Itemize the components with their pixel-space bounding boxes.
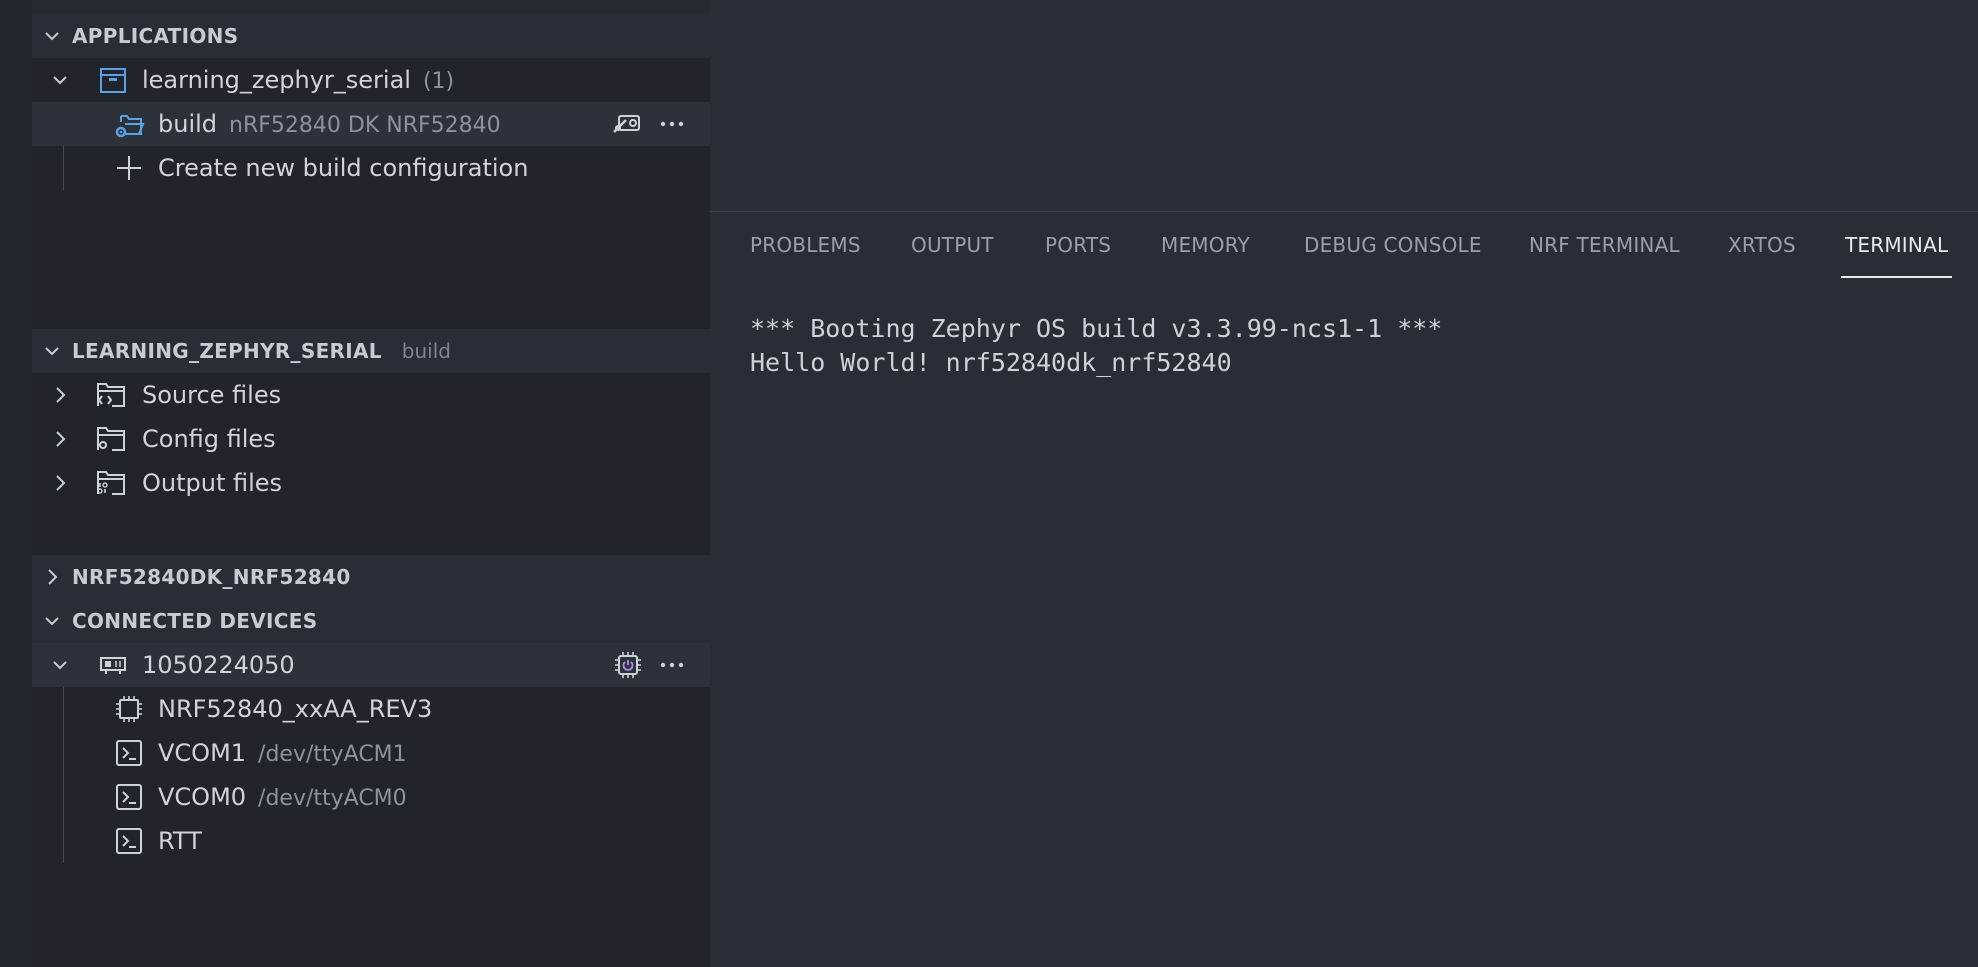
applications-section-body: learning_zephyr_serial (1) build nRF52840 …: [32, 58, 710, 329]
output-files-label: Output files: [142, 469, 283, 497]
terminal-icon: [112, 736, 146, 770]
build-row-actions: [612, 102, 686, 146]
create-build-configuration-label: Create new build configuration: [158, 154, 529, 182]
bottom-panel: PROBLEMS OUTPUT PORTS MEMORY DEBUG CONSO…: [710, 0, 1978, 967]
app-details-section-body: Source files Config files Output files: [32, 373, 710, 555]
app-details-subtitle: build: [401, 339, 451, 363]
tab-problems[interactable]: PROBLEMS: [750, 212, 861, 278]
connected-devices-title: CONNECTED DEVICES: [72, 609, 318, 633]
chevron-down-icon: [32, 341, 72, 361]
config-folder-icon: [94, 422, 128, 456]
source-files-row[interactable]: Source files: [32, 373, 710, 417]
build-folder-gear-icon: [112, 107, 146, 141]
chevron-down-icon: [32, 611, 72, 631]
plus-icon: [112, 151, 146, 185]
terminal-line: *** Booting Zephyr OS build v3.3.99-ncs1…: [750, 314, 1443, 343]
chevron-down-icon: [32, 26, 72, 46]
terminal-output[interactable]: *** Booting Zephyr OS build v3.3.99-ncs1…: [750, 312, 1442, 380]
device-row-actions: [614, 643, 686, 687]
application-name: learning_zephyr_serial: [142, 66, 411, 94]
tab-debug-console[interactable]: DEBUG CONSOLE: [1304, 212, 1482, 278]
activity-bar: [0, 0, 32, 967]
output-folder-icon: [94, 466, 128, 500]
more-actions-icon[interactable]: [658, 112, 686, 136]
source-folder-icon: [94, 378, 128, 412]
device-serial: 1050224050: [142, 651, 295, 679]
chip-power-icon[interactable]: [614, 651, 642, 679]
applications-title: APPLICATIONS: [72, 24, 239, 48]
chevron-right-icon[interactable]: [48, 383, 72, 407]
more-actions-icon[interactable]: [658, 653, 686, 677]
app-details-title: LEARNING_ZEPHYR_SERIAL: [72, 339, 382, 363]
chevron-right-icon[interactable]: [48, 427, 72, 451]
tab-xrtos[interactable]: XRTOS: [1728, 212, 1796, 278]
device-child-label: NRF52840_xxAA_REV3: [158, 695, 433, 723]
sidebar-top-strip: [32, 0, 710, 14]
tab-memory[interactable]: MEMORY: [1161, 212, 1250, 278]
chevron-down-icon[interactable]: [48, 653, 72, 677]
device-child-path: /dev/ttyACM0: [258, 786, 407, 811]
build-label: build: [158, 110, 218, 138]
device-child-label: VCOM0: [158, 783, 247, 811]
terminal-line: Hello World! nrf52840dk_nrf52840: [750, 348, 1232, 377]
sidebar: APPLICATIONS learning_zephyr_serial (1) b…: [32, 0, 710, 967]
tab-nrf-terminal[interactable]: NRF TERMINAL: [1529, 212, 1680, 278]
device-child-label: VCOM1: [158, 739, 247, 767]
source-files-label: Source files: [142, 381, 282, 409]
device-child-row[interactable]: RTT: [32, 819, 710, 863]
config-files-label: Config files: [142, 425, 276, 453]
device-child-path: /dev/ttyACM1: [258, 742, 407, 767]
device-child-row[interactable]: VCOM0/dev/ttyACM0: [32, 775, 710, 819]
chevron-right-icon[interactable]: [48, 471, 72, 495]
app-details-section-header[interactable]: LEARNING_ZEPHYR_SERIAL build: [32, 329, 710, 373]
terminal-icon: [112, 780, 146, 814]
panel-tabs: PROBLEMS OUTPUT PORTS MEMORY DEBUG CONSO…: [710, 212, 1978, 278]
connected-devices-section-body: 1050224050 NRF52840_xxAA_REV3 VCOM1 /dev…: [32, 643, 710, 903]
application-row[interactable]: learning_zephyr_serial (1): [32, 58, 710, 102]
device-child-row[interactable]: NRF52840_xxAA_REV3: [32, 687, 710, 731]
board-section-header[interactable]: NRF52840DK_NRF52840: [32, 555, 710, 599]
tab-ports[interactable]: PORTS: [1045, 212, 1111, 278]
build-action-icon[interactable]: [612, 112, 642, 136]
build-configuration-row[interactable]: build nRF52840 DK NRF52840: [32, 102, 710, 146]
applications-section-header[interactable]: APPLICATIONS: [32, 14, 710, 58]
application-count: (1): [422, 69, 455, 94]
tab-terminal[interactable]: TERMINAL: [1840, 212, 1953, 278]
board-device-icon: [96, 648, 130, 682]
device-child-label: RTT: [158, 827, 202, 855]
config-files-row[interactable]: Config files: [32, 417, 710, 461]
device-child-row[interactable]: VCOM1/dev/ttyACM1: [32, 731, 710, 775]
chevron-right-icon: [32, 567, 72, 587]
terminal-icon: [112, 824, 146, 858]
create-build-configuration-row[interactable]: Create new build configuration: [32, 146, 710, 190]
chevron-down-icon[interactable]: [48, 68, 72, 92]
editor-area: [710, 0, 1978, 211]
chip-icon: [112, 692, 146, 726]
build-board-description: nRF52840 DK NRF52840: [229, 113, 501, 138]
device-row[interactable]: 1050224050: [32, 643, 710, 687]
tab-output[interactable]: OUTPUT: [911, 212, 994, 278]
board-title: NRF52840DK_NRF52840: [72, 565, 351, 589]
connected-devices-section-header[interactable]: CONNECTED DEVICES: [32, 599, 710, 643]
application-icon: [96, 63, 130, 97]
output-files-row[interactable]: Output files: [32, 461, 710, 505]
